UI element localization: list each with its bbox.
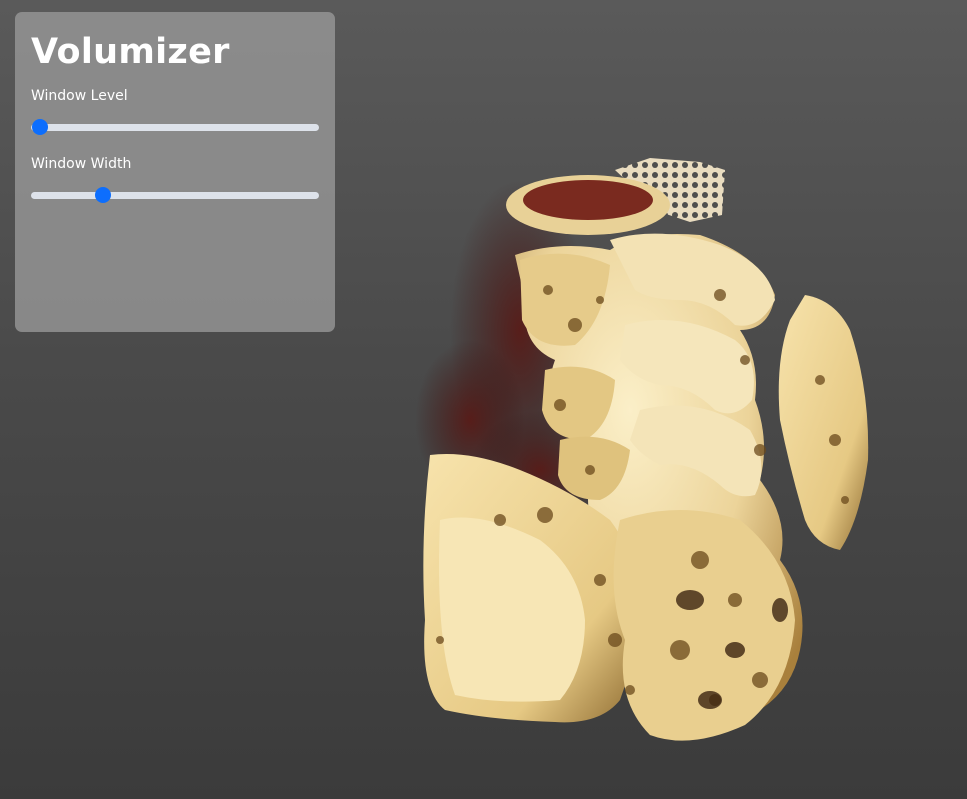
window-width-track[interactable]: [31, 192, 319, 199]
window-level-track[interactable]: [31, 124, 319, 131]
window-width-thumb[interactable]: [95, 187, 111, 203]
window-width-label: Window Width: [31, 156, 132, 172]
window-level-thumb[interactable]: [31, 119, 48, 135]
app-title: Volumizer: [31, 32, 230, 72]
window-width-slider[interactable]: [31, 184, 319, 206]
vertebra-top-endplate: [523, 180, 653, 220]
control-panel: Volumizer Window Level Window Width: [15, 12, 335, 332]
right-iliac-wing: [778, 295, 869, 550]
window-level-label: Window Level: [31, 88, 128, 104]
window-level-slider[interactable]: [31, 116, 319, 138]
